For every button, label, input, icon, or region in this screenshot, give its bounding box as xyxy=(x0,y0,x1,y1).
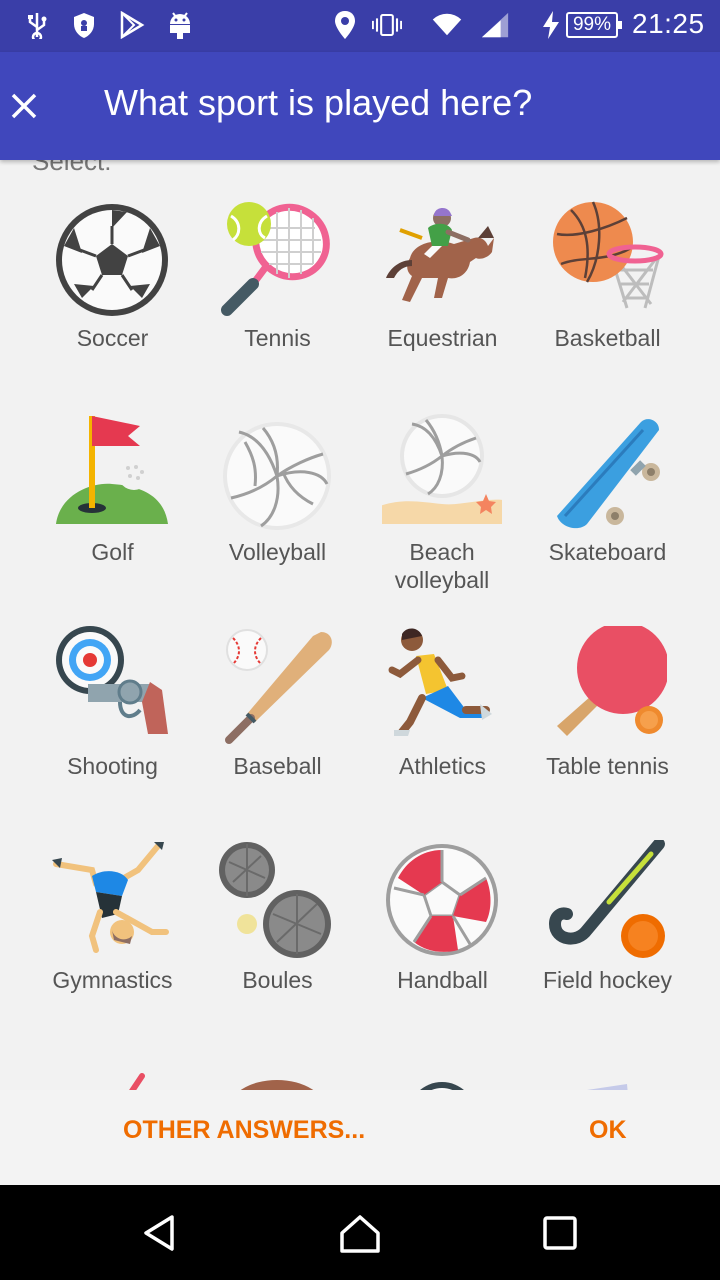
dialog-buttons: OTHER ANSWERS... OK xyxy=(0,1090,720,1185)
sport-label: Soccer xyxy=(76,325,149,351)
sport-option-beach-volleyball[interactable]: Beach volleyball xyxy=(360,404,525,604)
page-title: What sport is played here? xyxy=(104,82,533,123)
app-bar: What sport is played here? xyxy=(0,52,720,160)
sport-option-shooting[interactable]: Shooting xyxy=(30,618,195,818)
sport-option-partial[interactable] xyxy=(30,1058,195,1090)
home-button[interactable] xyxy=(330,1207,390,1259)
sport-option-handball[interactable]: Handball xyxy=(360,832,525,1032)
clock: 21:25 xyxy=(632,8,705,39)
sport-label: Handball xyxy=(397,967,488,993)
recents-icon xyxy=(543,1216,577,1250)
sport-option-field-hockey[interactable]: Field hockey xyxy=(525,832,690,1032)
ice-skate-icon xyxy=(587,1084,628,1090)
beach-volleyball-icon xyxy=(382,414,502,524)
android-icon xyxy=(165,10,195,40)
sport-label: Basketball xyxy=(554,325,661,351)
sport-option-volleyball[interactable]: Volleyball xyxy=(195,404,360,604)
skateboard-icon xyxy=(557,419,660,529)
play-store-icon xyxy=(117,10,147,40)
sport-option-golf[interactable]: Golf xyxy=(30,404,195,604)
sport-option-tennis[interactable]: Tennis xyxy=(195,190,360,390)
ping-pong-icon xyxy=(557,626,667,736)
location-icon xyxy=(330,10,360,40)
sport-label: Beach volleyball xyxy=(394,539,490,593)
field-hockey-icon xyxy=(548,840,665,958)
close-button[interactable] xyxy=(0,72,48,140)
basketball-icon xyxy=(553,201,664,309)
cartwheel-icon xyxy=(52,842,169,953)
sport-label: Athletics xyxy=(399,753,486,779)
sport-selection-list[interactable]: Select: Soccer Tennis Equestrian Basketb… xyxy=(0,160,720,1090)
handball-icon xyxy=(386,844,498,956)
usb-icon xyxy=(22,10,52,40)
battery-indicator: 99% xyxy=(566,12,622,38)
sport-option-partial[interactable] xyxy=(195,1058,360,1090)
sport-option-baseball[interactable]: Baseball xyxy=(195,618,360,818)
archery-target-icon xyxy=(420,1082,464,1090)
sport-label: Skateboard xyxy=(548,539,667,565)
sport-option-boules[interactable]: Boules xyxy=(195,832,360,1032)
sport-label: Volleyball xyxy=(228,539,327,565)
sport-label: Shooting xyxy=(67,753,158,779)
soccer-ball-icon xyxy=(56,204,168,316)
close-icon xyxy=(11,93,37,119)
fencing-icon xyxy=(129,1073,145,1090)
home-icon xyxy=(340,1215,380,1253)
sport-option-partial[interactable] xyxy=(525,1058,690,1090)
sport-option-equestrian[interactable]: Equestrian xyxy=(360,190,525,390)
charging-icon xyxy=(536,10,566,40)
back-icon xyxy=(144,1215,174,1251)
sport-option-skateboard[interactable]: Skateboard xyxy=(525,404,690,604)
sport-option-basketball[interactable]: Basketball xyxy=(525,190,690,390)
sport-label: Golf xyxy=(91,539,134,565)
sport-option-athletics[interactable]: Athletics xyxy=(360,618,525,818)
target-pistol-icon xyxy=(56,626,168,734)
sport-label: Table tennis xyxy=(546,753,669,779)
horse-racing-icon xyxy=(386,207,494,302)
sport-option-soccer[interactable]: Soccer xyxy=(30,190,195,390)
tennis-racket-icon xyxy=(221,202,330,316)
sport-label: Field hockey xyxy=(542,967,673,993)
rugby-ball-icon xyxy=(240,1080,314,1090)
sport-label: Equestrian xyxy=(387,325,498,351)
baseball-bat-icon xyxy=(225,629,332,744)
ok-button[interactable]: OK xyxy=(589,1116,627,1145)
navigation-bar xyxy=(0,1185,720,1280)
sport-option-partial[interactable] xyxy=(360,1058,525,1090)
boules-icon xyxy=(219,842,331,958)
sport-label: Boules xyxy=(242,967,313,993)
runner-icon xyxy=(388,628,492,736)
sport-option-table-tennis[interactable]: Table tennis xyxy=(525,618,690,818)
sport-label: Gymnastics xyxy=(52,967,173,993)
back-button[interactable] xyxy=(130,1207,190,1259)
golf-flag-icon xyxy=(56,416,168,524)
sport-label: Baseball xyxy=(233,753,322,779)
sport-option-gymnastics[interactable]: Gymnastics xyxy=(30,832,195,1032)
wifi-icon xyxy=(432,10,462,40)
status-bar: 99% 21:25 xyxy=(0,0,720,52)
signal-icon xyxy=(480,10,510,40)
volleyball-icon xyxy=(223,422,331,530)
recents-button[interactable] xyxy=(530,1207,590,1259)
other-answers-button[interactable]: OTHER ANSWERS... xyxy=(123,1116,365,1145)
sport-label: Tennis xyxy=(244,325,311,351)
vibrate-icon xyxy=(372,10,402,40)
shield-icon xyxy=(69,10,99,40)
select-label: Select: xyxy=(32,160,112,176)
